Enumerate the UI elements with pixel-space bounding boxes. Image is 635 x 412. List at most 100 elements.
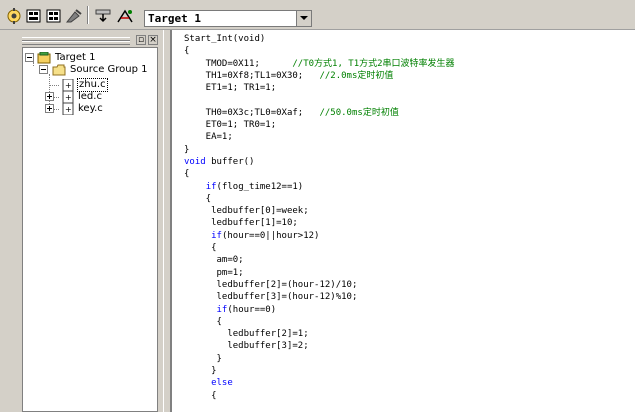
toolbar: Target 1 xyxy=(0,0,635,30)
code-line: { xyxy=(184,193,455,205)
code-line: } xyxy=(184,144,455,156)
collapse-icon[interactable] xyxy=(25,53,34,62)
magic-wand-icon xyxy=(7,8,21,24)
code-token: { xyxy=(184,243,217,254)
code-line: ET1=1; TR1=1; xyxy=(184,82,455,94)
code-line: TMOD=0X11; //T0方式1, T1方式2串口波特率发生器 xyxy=(184,58,455,70)
tree-node-file[interactable]: + led.c xyxy=(23,91,153,103)
toolbar-separator xyxy=(87,6,89,24)
expand-icon[interactable] xyxy=(45,104,54,113)
code-line: { xyxy=(184,316,455,328)
code-line: ET0=1; TR0=1; xyxy=(184,119,455,131)
code-token: am=0; xyxy=(184,255,244,266)
tree-node-file[interactable]: + zhu.c xyxy=(23,78,153,92)
panel-grip-lower xyxy=(22,41,130,45)
close-icon[interactable]: × xyxy=(148,35,158,45)
chevron-down-icon[interactable] xyxy=(296,11,311,26)
code-keyword: if xyxy=(216,304,228,315)
panel-title-bar: ▫ × xyxy=(22,35,158,45)
code-line: } xyxy=(184,353,455,365)
code-line: void buffer() xyxy=(184,156,455,168)
c-file-icon: + xyxy=(61,103,75,115)
panel-splitter[interactable] xyxy=(163,30,171,412)
code-line: TH0=0X3c;TL0=0Xaf; //50.0ms定时初值 xyxy=(184,107,455,119)
tree-node-file-label: zhu.c xyxy=(77,78,108,92)
code-token: TMOD=0X11; xyxy=(184,58,293,69)
download-button[interactable] xyxy=(94,8,112,24)
code-token: { xyxy=(184,169,190,180)
code-keyword: if xyxy=(211,230,222,241)
code-token: TH1=0Xf8;TL1=0X30; xyxy=(184,70,320,81)
code-token: (flog_time12==1) xyxy=(216,181,304,192)
svg-text:+: + xyxy=(65,93,72,102)
stop-build-icon xyxy=(65,9,82,23)
code-line: Start_Int(void) xyxy=(184,33,455,45)
code-line: ledbuffer[2]=1; xyxy=(184,328,455,340)
target-icon xyxy=(37,52,51,64)
code-token: buffer() xyxy=(205,156,255,167)
tree-node-source-group[interactable]: Source Group 1 xyxy=(23,64,153,76)
collapse-icon[interactable] xyxy=(39,65,48,74)
code-line: ledbuffer[2]=(hour-12)/10; xyxy=(184,279,455,291)
code-line: } xyxy=(184,365,455,377)
code-line: ledbuffer[3]=2; xyxy=(184,340,455,352)
code-token: ledbuffer[3]=2; xyxy=(184,341,309,352)
c-file-icon: + xyxy=(61,91,75,103)
tree-node-file-label: key.c xyxy=(78,103,103,114)
build-icon xyxy=(26,9,41,23)
code-line: { xyxy=(184,390,455,402)
code-token: Start_Int(void) xyxy=(184,34,266,44)
code-token: } xyxy=(184,366,217,377)
rebuild-all-button[interactable] xyxy=(45,8,63,24)
tree-node-source-group-label: Source Group 1 xyxy=(70,64,148,75)
svg-text:+: + xyxy=(65,81,72,90)
load-icon xyxy=(95,9,111,23)
code-keyword: else xyxy=(211,378,233,389)
target-select[interactable]: Target 1 xyxy=(144,10,312,27)
code-line: if(hour==0) xyxy=(184,304,455,316)
options-button[interactable] xyxy=(116,8,134,24)
code-token: ET1=1; TR1=1; xyxy=(184,83,277,94)
expand-icon[interactable] xyxy=(45,92,54,101)
code-token: } xyxy=(184,353,222,364)
options-for-target-button[interactable] xyxy=(5,8,23,24)
code-token: (hour==0) xyxy=(227,304,277,315)
tree-node-target[interactable]: Target 1 xyxy=(23,52,153,64)
code-comment: //50.0ms定时初值 xyxy=(319,107,399,118)
code-editor[interactable]: Start_Int(void) { TMOD=0X11; //T0方式1, T1方… xyxy=(171,30,635,412)
code-token: EA=1; xyxy=(184,132,233,143)
build-target-button[interactable] xyxy=(25,8,43,24)
code-token: ledbuffer[1]=10; xyxy=(184,218,298,229)
options-icon xyxy=(117,9,133,23)
code-comment: //2.0ms定时初值 xyxy=(319,70,394,81)
tree-node-file[interactable]: + key.c xyxy=(23,103,153,115)
code-line: { xyxy=(184,242,455,254)
code-token: ledbuffer[3]=(hour-12)%10; xyxy=(184,292,358,303)
target-select-value: Target 1 xyxy=(148,12,201,25)
code-line: am=0; xyxy=(184,254,455,266)
project-workspace-panel: ▫ × Target 1 Source Group 1 + zhu.c + le… xyxy=(0,30,163,412)
folder-icon xyxy=(52,64,66,76)
code-line: TH1=0Xf8;TL1=0X30; //2.0ms定时初值 xyxy=(184,70,455,82)
code-token: { xyxy=(184,193,212,204)
code-token: } xyxy=(184,144,190,155)
code-line: pm=1; xyxy=(184,267,455,279)
code-token: (hour==0||hour>12) xyxy=(221,230,320,241)
minimize-icon[interactable]: ▫ xyxy=(136,35,146,45)
code-line: else xyxy=(184,377,455,389)
code-token: { xyxy=(184,316,222,327)
svg-text:+: + xyxy=(65,105,72,114)
code-keyword: if xyxy=(205,181,217,192)
project-tree: Target 1 Source Group 1 + zhu.c + led.c … xyxy=(22,47,158,412)
stop-build-button[interactable] xyxy=(65,8,83,24)
tree-node-file-label: led.c xyxy=(78,91,102,102)
code-token: { xyxy=(184,46,190,57)
code-line: if(flog_time12==1) xyxy=(184,181,455,193)
rebuild-icon xyxy=(46,9,61,23)
code-token: { xyxy=(184,390,217,401)
